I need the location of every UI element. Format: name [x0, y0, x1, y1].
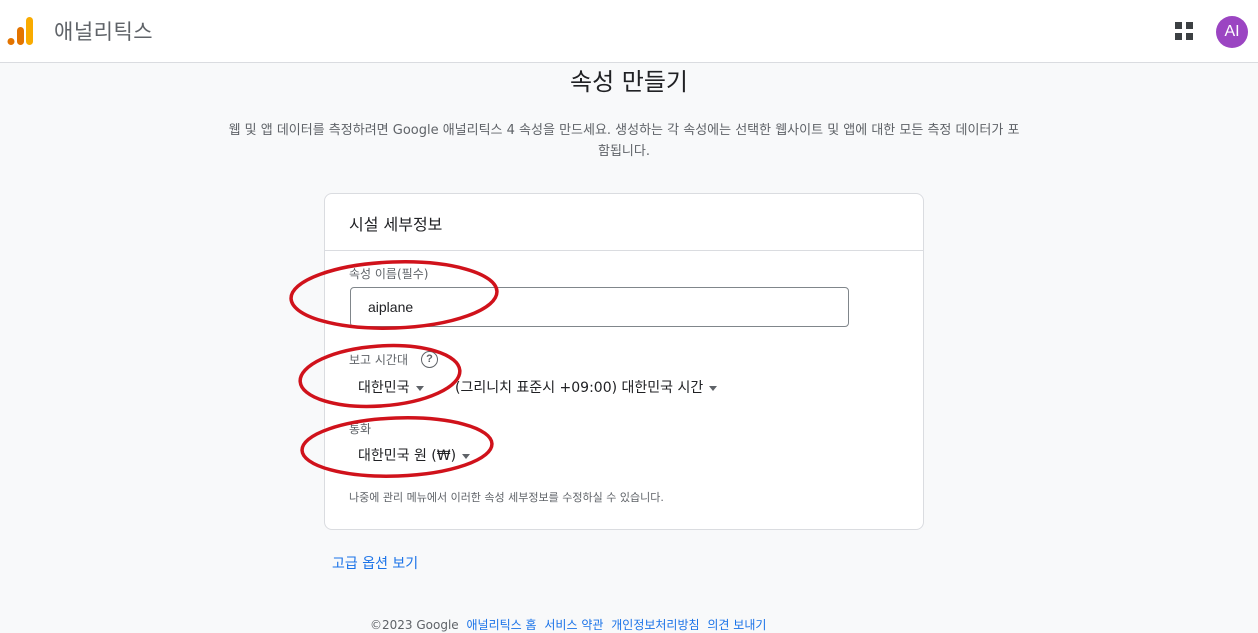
timezone-dropdown[interactable]: (그리니치 표준시 +09:00) 대한민국 시간 — [455, 377, 718, 397]
property-details-card: 시설 세부정보 속성 이름(필수) 보고 시간대 ? 대한민국 (그리니치 표준… — [324, 193, 924, 530]
help-icon[interactable]: ? — [421, 351, 438, 368]
app-title: 애널리틱스 — [54, 20, 154, 44]
timezone-label: 보고 시간대 — [349, 353, 409, 367]
currency-value: 대한민국 원 (₩) — [358, 448, 457, 464]
footer-link-feedback[interactable]: 의견 보내기 — [707, 618, 766, 632]
property-name-label: 속성 이름(필수) — [349, 267, 429, 281]
top-app-bar: 애널리틱스 AI — [0, 0, 1258, 63]
timezone-country-value: 대한민국 — [358, 380, 410, 396]
page-description: 웹 및 앱 데이터를 측정하려면 Google 애널리틱스 4 속성을 만드세요… — [228, 123, 1020, 159]
timezone-value: (그리니치 표준시 +09:00) 대한민국 시간 — [455, 380, 704, 396]
footer-copyright: ©2023 Google — [370, 618, 459, 632]
card-header: 시설 세부정보 — [325, 194, 923, 251]
timezone-country-dropdown[interactable]: 대한민국 — [358, 377, 424, 397]
apps-grid-icon[interactable] — [1172, 19, 1196, 43]
footer: ©2023 Google 애널리틱스 홈 서비스 약관 개인정보처리방침 의견 … — [370, 616, 890, 633]
card-title: 시설 세부정보 — [349, 215, 443, 234]
footer-link-terms[interactable]: 서비스 약관 — [544, 618, 603, 632]
footer-link-privacy[interactable]: 개인정보처리방침 — [611, 618, 699, 632]
property-name-input[interactable] — [350, 287, 849, 327]
currency-dropdown[interactable]: 대한민국 원 (₩) — [358, 445, 471, 465]
currency-label: 통화 — [349, 422, 372, 436]
analytics-logo-icon[interactable] — [6, 15, 36, 47]
chevron-down-icon — [462, 453, 471, 459]
chevron-down-icon — [709, 385, 718, 391]
advanced-options-link[interactable]: 고급 옵션 보기 — [332, 553, 418, 573]
footer-link-home[interactable]: 애널리틱스 홈 — [467, 618, 537, 632]
page-title: 속성 만들기 — [569, 68, 689, 96]
chevron-down-icon — [415, 385, 424, 391]
edit-later-hint: 나중에 관리 메뉴에서 이러한 속성 세부정보를 수정하실 수 있습니다. — [349, 491, 664, 504]
account-avatar[interactable]: AI — [1216, 16, 1248, 48]
